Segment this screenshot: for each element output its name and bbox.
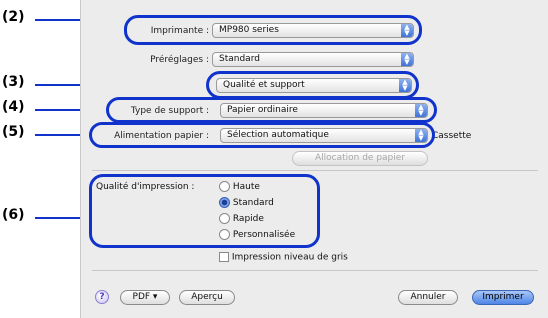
callout-ring-3 <box>206 71 419 99</box>
callout-ring-5 <box>89 122 435 148</box>
callout-6: (6) <box>2 207 25 223</box>
help-icon[interactable]: ? <box>95 290 109 304</box>
callout-ring-6 <box>89 174 320 248</box>
grayscale-label: Impression niveau de gris <box>231 252 348 263</box>
cancel-button[interactable]: Annuler <box>398 290 458 305</box>
callout-3: (3) <box>2 74 25 90</box>
preview-button[interactable]: Aperçu <box>179 290 235 305</box>
callout-2: (2) <box>2 9 25 25</box>
callout-5: (5) <box>2 124 25 140</box>
updown-arrows-icon: ▲ ▼ <box>401 53 413 66</box>
separator <box>92 270 538 271</box>
callout-ring-4 <box>106 97 437 123</box>
pdf-menu-button[interactable]: PDF ▾ <box>120 290 170 305</box>
paper-allocation-button[interactable]: Allocation de papier <box>292 151 428 166</box>
help-glyph: ? <box>99 292 105 302</box>
print-button[interactable]: Imprimer <box>472 290 534 305</box>
callout-ring-2 <box>124 15 422 45</box>
presets-popup[interactable]: Standard ▲ ▼ <box>212 52 414 67</box>
callout-4: (4) <box>2 99 25 115</box>
separator <box>92 170 538 171</box>
grayscale-checkbox[interactable] <box>219 252 229 262</box>
grayscale-option[interactable]: Impression niveau de gris <box>219 252 348 263</box>
presets-popup-value: Standard <box>219 54 260 64</box>
presets-label: Préréglages : <box>150 55 209 65</box>
paper-feed-suffix: Cassette <box>432 131 472 141</box>
